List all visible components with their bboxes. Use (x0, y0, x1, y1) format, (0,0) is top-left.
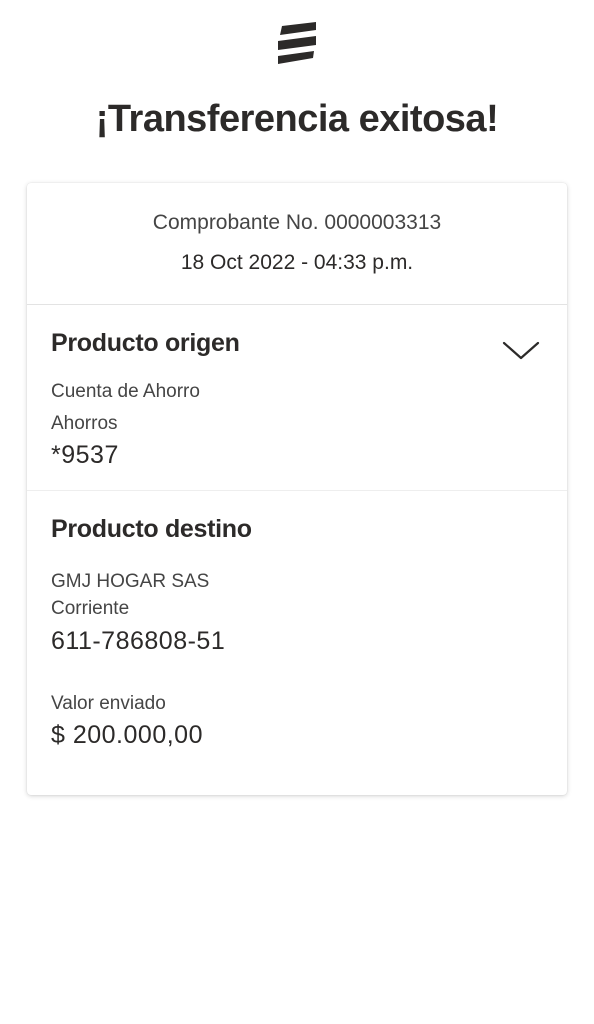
amount-value: $ 200.000,00 (51, 721, 203, 749)
receipt-header: Comprobante No. 0000003313 18 Oct 2022 -… (27, 183, 567, 305)
amount-label: Valor enviado (51, 693, 166, 714)
origin-account-number: *9537 (51, 441, 119, 469)
destination-account-name: GMJ HOGAR SAS (51, 571, 210, 592)
chevron-down-icon[interactable] (501, 339, 541, 361)
destination-product-section: Producto destino GMJ HOGAR SAS Corriente… (27, 491, 567, 795)
bancolombia-logo-icon (278, 22, 316, 64)
origin-product-title: Producto origen (51, 329, 240, 357)
receipt-number: Comprobante No. 0000003313 (152, 211, 442, 234)
destination-account-number: 611-786808-51 (51, 627, 226, 655)
destination-product-title: Producto destino (51, 515, 252, 543)
receipt-datetime: 18 Oct 2022 - 04:33 p.m. (180, 251, 414, 274)
destination-account-type: Corriente (51, 598, 130, 619)
page-title: ¡Transferencia exitosa! (95, 98, 499, 140)
receipt-card: Comprobante No. 0000003313 18 Oct 2022 -… (27, 183, 567, 795)
origin-product-section[interactable]: Producto origen Cuenta de Ahorro Ahorros… (27, 305, 567, 491)
origin-account-name: Cuenta de Ahorro (51, 381, 200, 402)
origin-account-type: Ahorros (51, 413, 118, 434)
